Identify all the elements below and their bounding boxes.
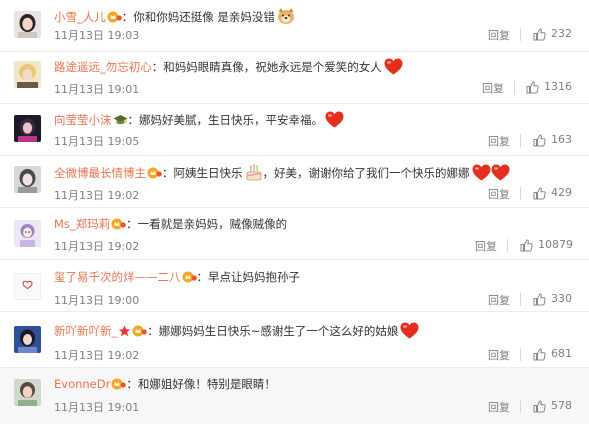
divider bbox=[520, 28, 521, 41]
username[interactable]: 新吖新吖新_ bbox=[54, 324, 117, 338]
comment-text-continued: ，好美，谢谢你给了我们一个快乐的娜娜 bbox=[262, 166, 470, 180]
member-crown-icon bbox=[111, 218, 126, 230]
heart-emoji bbox=[491, 164, 509, 181]
comment-item: 向莹莹小沫 ：娜妈好美腻，生日快乐，平安幸福。 11月13日 19:05 回复 1… bbox=[0, 104, 589, 156]
heart-emoji bbox=[400, 322, 419, 339]
username[interactable]: 全微博最长情博主 bbox=[54, 166, 146, 180]
comment-item: EvonneDr ：和娜姐好像！特别是眼睛！ 11月13日 19:01 回复 57… bbox=[0, 368, 589, 424]
comment-item: 玺了易千次的烊——二八 ：早点让妈妈抱孙子 11月13日 19:00 回复 330 bbox=[0, 260, 589, 312]
reply-button[interactable]: 回复 bbox=[482, 80, 504, 96]
timestamp: 11月13日 19:00 bbox=[54, 294, 140, 307]
avatar[interactable] bbox=[14, 326, 41, 353]
timestamp: 11月13日 19:02 bbox=[54, 240, 140, 253]
username[interactable]: Ms_郑玛莉 bbox=[54, 217, 110, 231]
comment-item: Ms_郑玛莉 ：一看就是亲妈妈，贼像贼像的 11月13日 19:02 回复 108… bbox=[0, 208, 589, 260]
comment-list: 小雪_人儿 ：你和你妈还挺像 是亲妈没错 11月13日 19:03 回复 232 … bbox=[0, 0, 589, 424]
star-icon bbox=[119, 325, 131, 337]
username[interactable]: 路途遥远_勿忘初心 bbox=[54, 60, 152, 74]
username[interactable]: 向莹莹小沫 bbox=[54, 113, 112, 127]
comment-item: 全微博最长情博主 ：阿姨生日快乐 ，好美，谢谢你给了我们一个快乐的娜娜 11月13日… bbox=[0, 156, 589, 208]
avatar[interactable] bbox=[14, 166, 41, 193]
member-crown-icon bbox=[107, 11, 122, 23]
comment-item: 小雪_人儿 ：你和你妈还挺像 是亲妈没错 11月13日 19:03 回复 232 bbox=[0, 0, 589, 52]
reply-button[interactable]: 回复 bbox=[488, 133, 510, 149]
like-icon[interactable] bbox=[533, 187, 546, 200]
member-crown-icon bbox=[132, 325, 148, 337]
like-count: 1316 bbox=[544, 80, 572, 93]
timestamp: 11月13日 19:01 bbox=[54, 401, 140, 414]
timestamp: 11月13日 19:02 bbox=[54, 189, 140, 202]
like-count: 578 bbox=[551, 399, 572, 412]
reply-button[interactable]: 回复 bbox=[488, 186, 510, 202]
comment-text: 娜娜妈妈生日快乐~感谢生了一个这么好的姑娘 bbox=[158, 324, 399, 338]
comment-text: 一看就是亲妈妈，贼像贼像的 bbox=[137, 217, 288, 231]
graduation-cap-icon bbox=[113, 115, 127, 125]
member-crown-icon bbox=[182, 271, 197, 283]
reply-button[interactable]: 回复 bbox=[475, 238, 497, 254]
divider bbox=[520, 400, 521, 413]
comment-text: 你和你妈还挺像 是亲妈没错 bbox=[133, 10, 275, 24]
like-count: 232 bbox=[551, 27, 572, 40]
member-crown-icon bbox=[147, 167, 162, 179]
heart-emoji bbox=[384, 58, 403, 75]
divider bbox=[520, 187, 521, 200]
like-count: 330 bbox=[551, 292, 572, 305]
avatar[interactable] bbox=[14, 379, 41, 406]
username[interactable]: 玺了易千次的烊——二八 bbox=[54, 270, 181, 284]
reply-button[interactable]: 回复 bbox=[488, 27, 510, 43]
cake-emoji bbox=[246, 164, 261, 181]
avatar[interactable] bbox=[14, 273, 41, 300]
divider bbox=[520, 134, 521, 147]
comment-item: 新吖新吖新_ ：娜娜妈妈生日快乐~感谢生了一个这么好的姑娘 11月13日 19:0… bbox=[0, 312, 589, 368]
dog-emoji bbox=[277, 8, 294, 24]
comment-item: 路途遥远_勿忘初心：和妈妈眼睛真像，祝她永远是个爱笑的女人 11月13日 19:… bbox=[0, 52, 589, 104]
username[interactable]: 小雪_人儿 bbox=[54, 10, 106, 24]
avatar[interactable] bbox=[14, 220, 41, 247]
timestamp: 11月13日 19:01 bbox=[54, 83, 140, 96]
like-icon[interactable] bbox=[533, 28, 546, 41]
comment-text: 和妈妈眼睛真像，祝她永远是个爱笑的女人 bbox=[163, 60, 382, 74]
divider bbox=[507, 239, 508, 252]
reply-button[interactable]: 回复 bbox=[488, 347, 510, 363]
avatar[interactable] bbox=[14, 61, 41, 88]
divider bbox=[520, 293, 521, 306]
like-count: 429 bbox=[551, 186, 572, 199]
avatar[interactable] bbox=[14, 115, 41, 142]
comment-text: 和娜姐好像！特别是眼睛！ bbox=[137, 377, 276, 391]
comment-text: 娜妈好美腻，生日快乐，平安幸福。 bbox=[139, 113, 323, 127]
like-icon[interactable] bbox=[520, 239, 533, 252]
avatar[interactable] bbox=[14, 11, 41, 38]
timestamp: 11月13日 19:05 bbox=[54, 135, 140, 148]
like-icon[interactable] bbox=[533, 400, 546, 413]
like-icon[interactable] bbox=[526, 81, 539, 94]
reply-button[interactable]: 回复 bbox=[488, 399, 510, 415]
like-icon[interactable] bbox=[533, 348, 546, 361]
heart-emoji bbox=[472, 164, 490, 181]
timestamp: 11月13日 19:02 bbox=[54, 349, 140, 362]
like-count: 681 bbox=[551, 347, 572, 360]
heart-emoji bbox=[325, 111, 344, 128]
like-icon[interactable] bbox=[533, 134, 546, 147]
like-count: 163 bbox=[551, 133, 572, 146]
reply-button[interactable]: 回复 bbox=[488, 292, 510, 308]
member-crown-icon bbox=[111, 378, 127, 390]
like-count: 10879 bbox=[538, 238, 573, 251]
comment-text: 早点让妈妈抱孙子 bbox=[208, 270, 300, 284]
timestamp: 11月13日 19:03 bbox=[54, 29, 140, 42]
comment-text: 阿姨生日快乐 bbox=[173, 166, 243, 180]
divider bbox=[514, 81, 515, 94]
like-icon[interactable] bbox=[533, 293, 546, 306]
divider bbox=[520, 348, 521, 361]
username[interactable]: EvonneDr bbox=[54, 377, 110, 391]
